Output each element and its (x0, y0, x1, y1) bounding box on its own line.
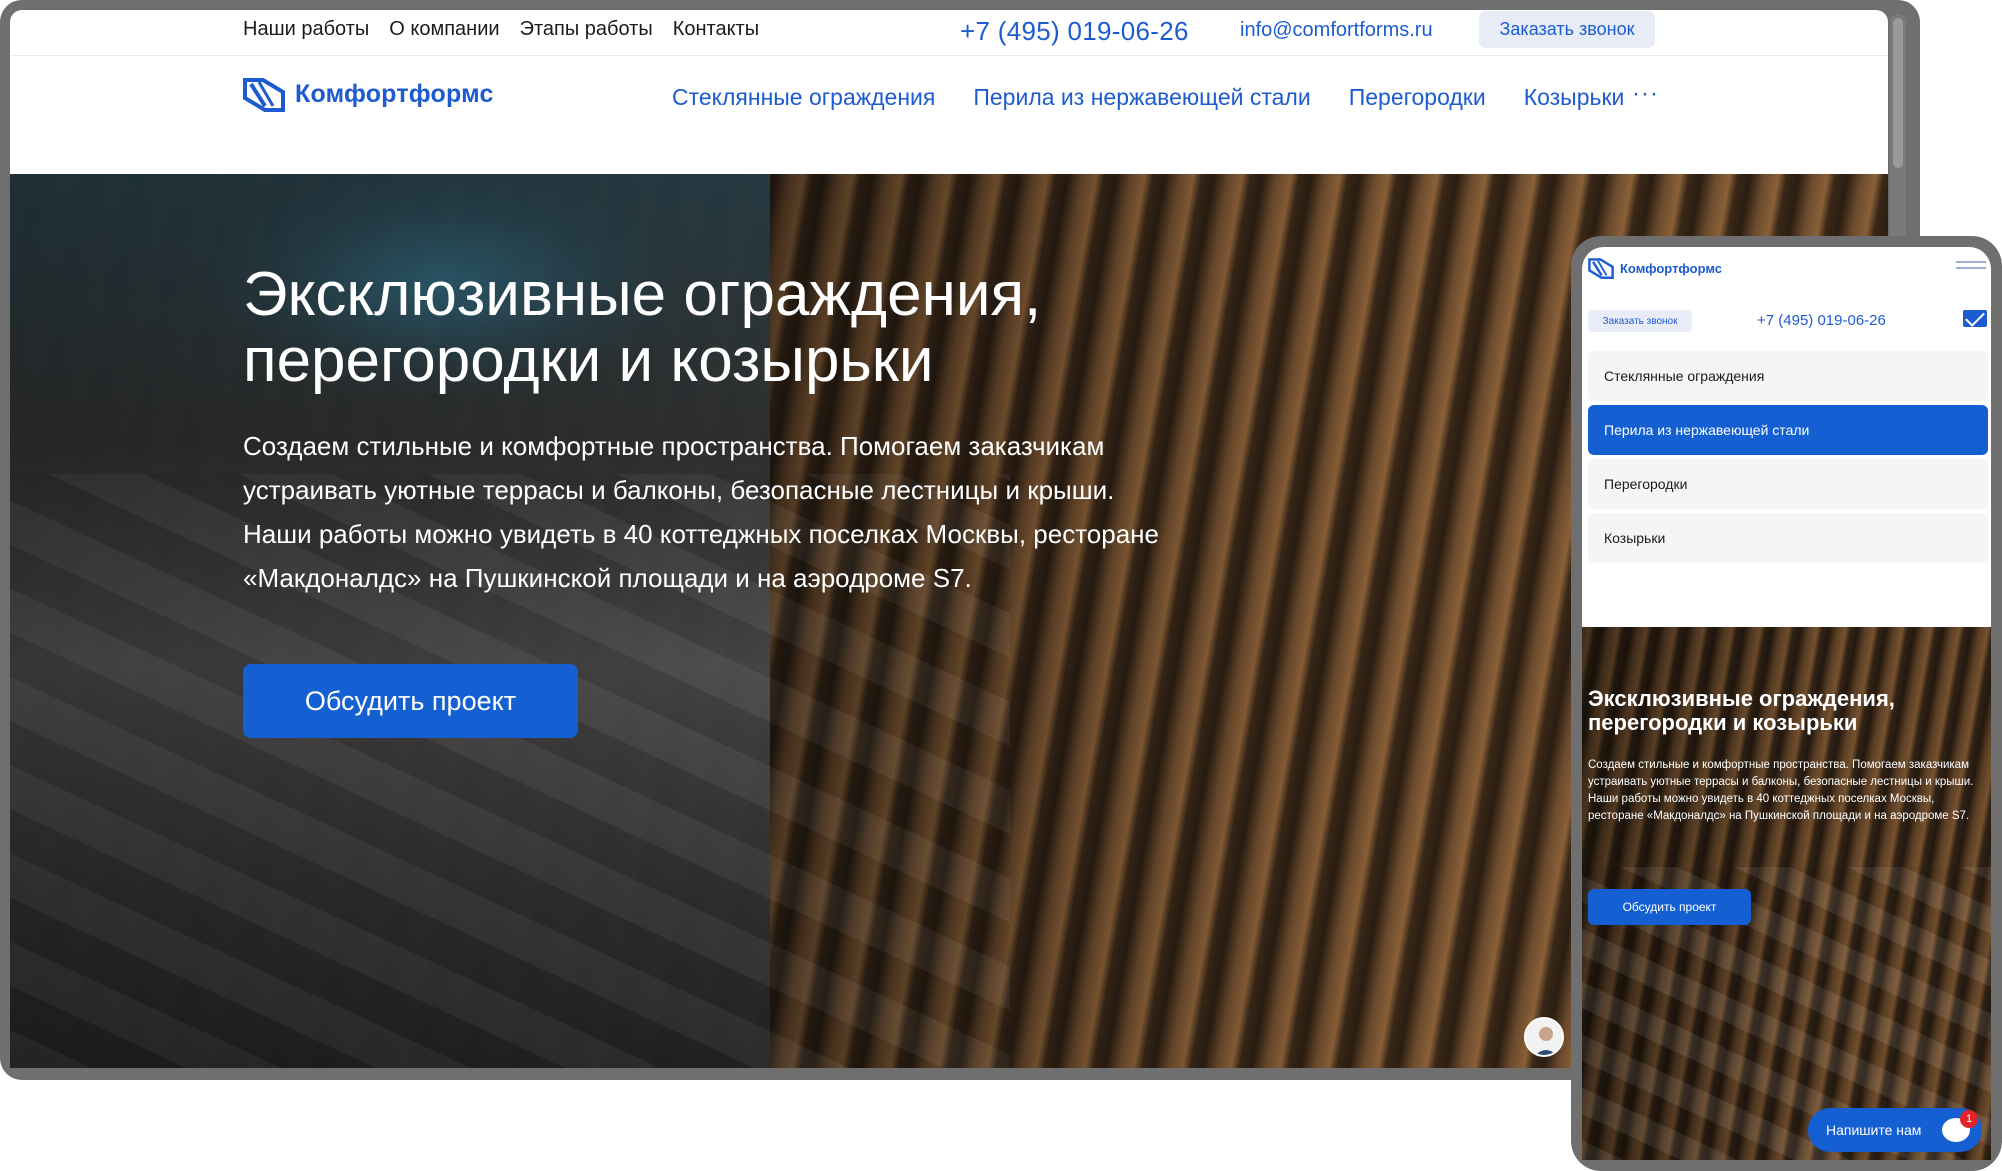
discuss-project-button[interactable]: Обсудить проект (243, 664, 578, 738)
phone-link[interactable]: +7 (495) 019-06-26 (960, 16, 1189, 47)
chat-label: Напишите нам (1826, 1122, 1922, 1138)
mobile-phone-link[interactable]: +7 (495) 019-06-26 (1757, 312, 1886, 329)
topnav-about[interactable]: О компании (389, 18, 499, 41)
mobile-hero-description: Создаем стильные и комфортные пространст… (1588, 759, 1974, 822)
comfortforms-logo-icon (243, 78, 285, 112)
chat-notification-badge: 1 (1960, 1110, 1978, 1128)
email-link[interactable]: info@comfortforms.ru (1240, 19, 1433, 42)
mobile-hero-title-line-2: перегородки и козырьки (1588, 710, 1858, 735)
mobile-menu-partitions[interactable]: Перегородки (1588, 459, 1988, 509)
topnav-stages[interactable]: Этапы работы (520, 18, 653, 41)
mobile-hero-section: Эксклюзивные ограждения, перегородки и к… (1582, 627, 1991, 1160)
consultant-avatar[interactable] (1524, 1017, 1564, 1057)
mobile-logo[interactable]: Комфортформс (1588, 257, 1722, 279)
hero-description: Создаем стильные и комфортные пространст… (243, 431, 1160, 593)
main-menu: Стеклянные ограждения Перила из нержавею… (672, 84, 1624, 111)
hamburger-menu-icon[interactable] (1956, 261, 1986, 275)
mobile-menu-steel-handrails[interactable]: Перила из нержавеющей стали (1588, 405, 1988, 455)
menu-canopies[interactable]: Козырьки (1524, 84, 1625, 111)
mobile-hero-title: Эксклюзивные ограждения, перегородки и к… (1588, 687, 1988, 735)
logo[interactable]: Комфортформс (243, 76, 494, 112)
menu-steel-handrails[interactable]: Перила из нержавеющей стали (973, 84, 1310, 111)
order-call-button[interactable]: Заказать звонок (1479, 11, 1655, 48)
top-bar: Наши работы О компании Этапы работы Конт… (10, 10, 1888, 56)
hero-title-line-2: перегородки и козырьки (243, 326, 934, 395)
mobile-menu: Стеклянные ограждения Перила из нержавею… (1588, 351, 1988, 567)
mobile-order-call-button[interactable]: Заказать звонок (1588, 310, 1692, 332)
menu-partitions[interactable]: Перегородки (1349, 84, 1486, 111)
hero-title-line-1: Эксклюзивные ограждения, (243, 260, 1042, 329)
mobile-discuss-project-button[interactable]: Обсудить проект (1588, 889, 1751, 925)
envelope-icon[interactable] (1963, 310, 1987, 327)
mobile-screen: Комфортформс Заказать звонок +7 (495) 01… (1582, 247, 1991, 1160)
top-nav: Наши работы О компании Этапы работы Конт… (243, 18, 759, 41)
mobile-logo-text: Комфортформс (1620, 260, 1723, 276)
menu-glass-railings[interactable]: Стеклянные ограждения (672, 84, 935, 111)
hero-title: Эксклюзивные ограждения, перегородки и к… (243, 262, 1143, 394)
scrollbar-thumb[interactable] (1893, 18, 1903, 168)
more-menu-icon[interactable]: ··· (1632, 80, 1659, 108)
mobile-hero-title-line-1: Эксклюзивные ограждения, (1588, 686, 1895, 711)
mobile-menu-canopies[interactable]: Козырьки (1588, 513, 1988, 563)
main-nav-bar: Комфортформс Стеклянные ограждения Перил… (10, 56, 1888, 136)
topnav-our-works[interactable]: Наши работы (243, 18, 369, 41)
comfortforms-logo-icon (1588, 258, 1614, 279)
logo-text: Комфортформс (295, 79, 494, 108)
write-us-chat-button[interactable]: Напишите нам 1 (1808, 1108, 1982, 1152)
topnav-contacts[interactable]: Контакты (673, 18, 759, 41)
mobile-menu-glass-railings[interactable]: Стеклянные ограждения (1588, 351, 1988, 401)
mobile-device-frame: Комфортформс Заказать звонок +7 (495) 01… (1571, 236, 2002, 1171)
